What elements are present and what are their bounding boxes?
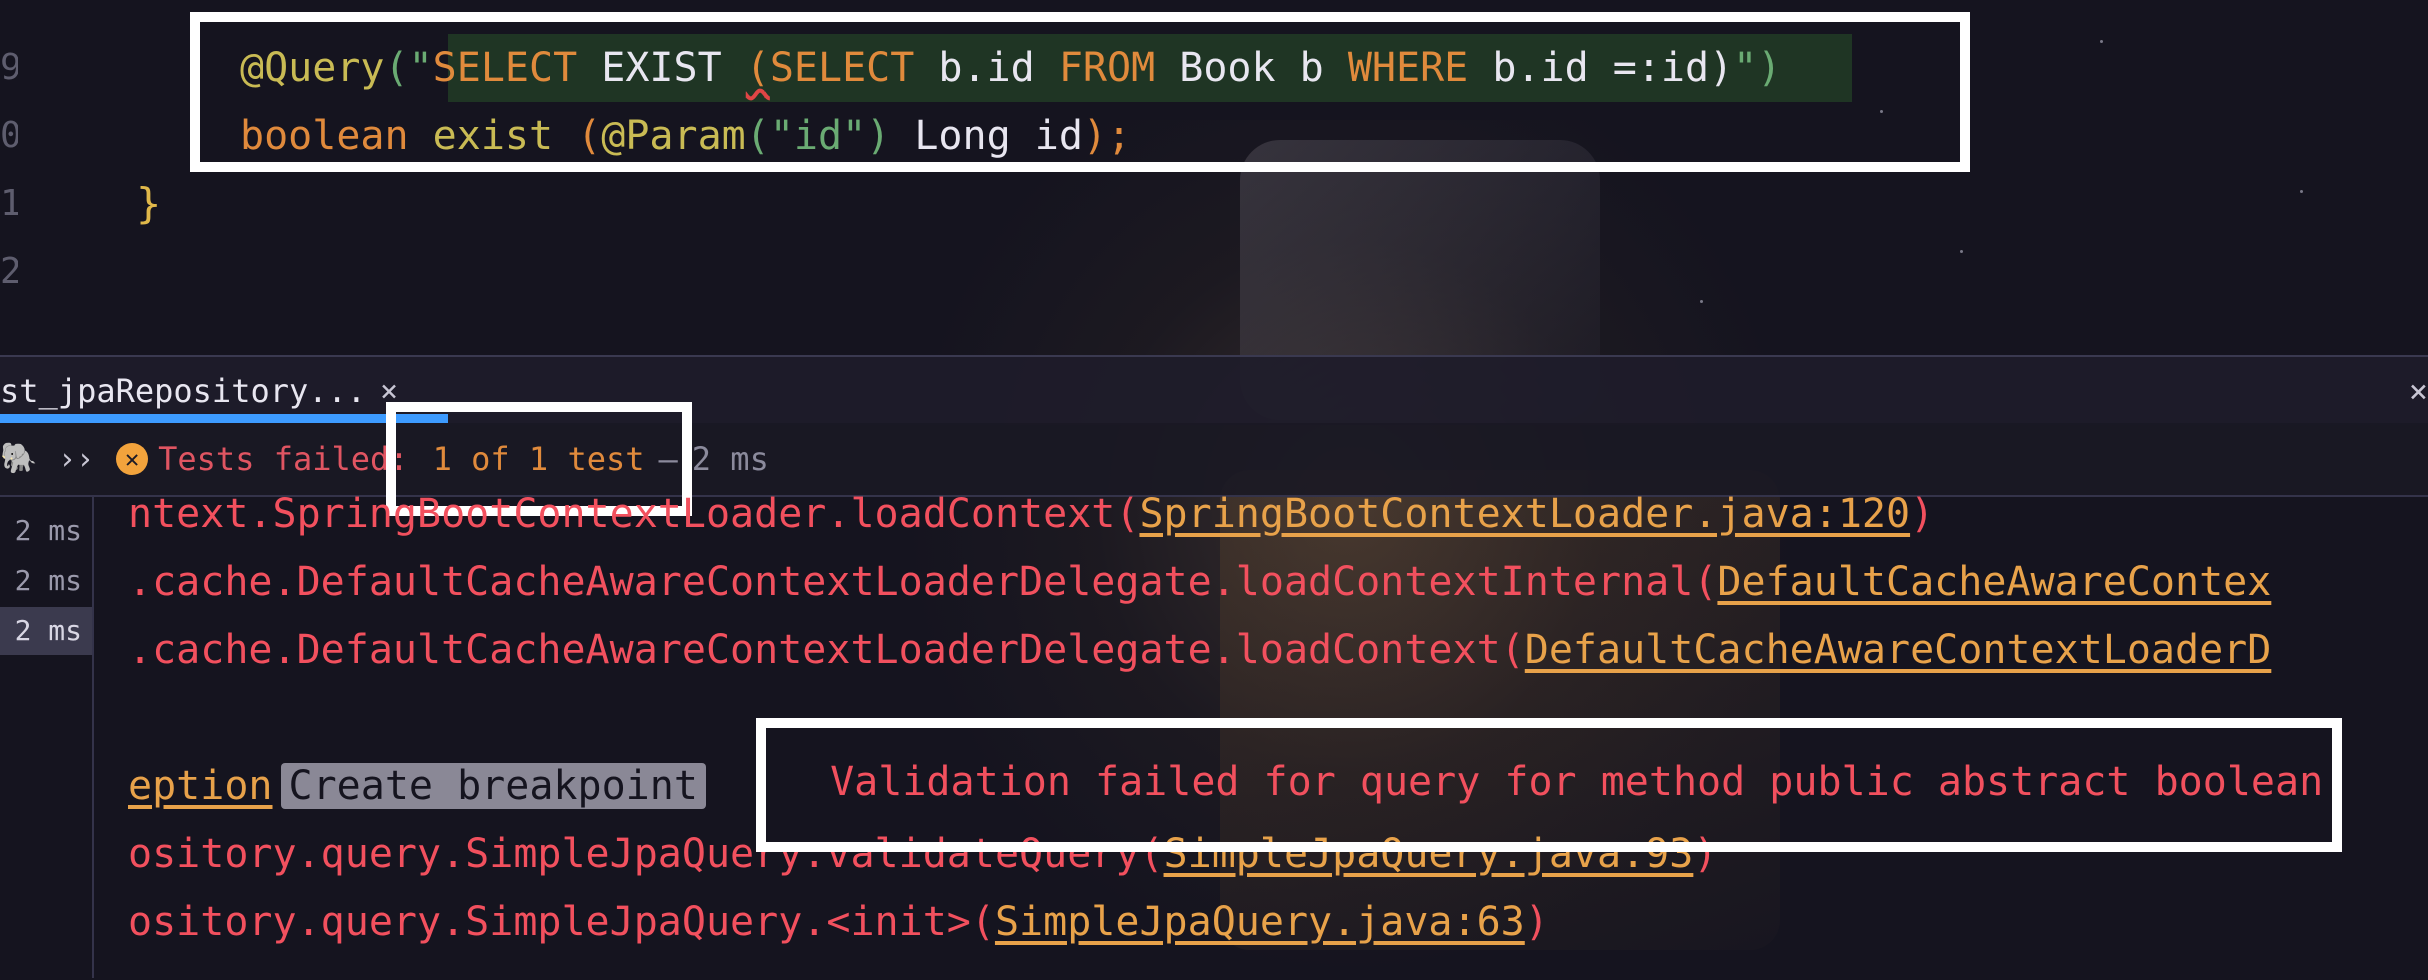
line-number: 9 xyxy=(0,47,18,88)
status-text: Tests failed: xyxy=(158,440,409,478)
highlight-box-query xyxy=(190,12,1970,172)
line-number: 0 xyxy=(0,115,18,156)
tab-label: st_jpaRepository... xyxy=(0,372,367,410)
line-number: 1 xyxy=(0,183,18,224)
stack-link[interactable]: SpringBootContextLoader.java:120 xyxy=(1139,491,1910,537)
panel-close-icon[interactable]: × xyxy=(2409,357,2428,425)
console-line: ository.query.SimpleJpaQuery.<init>(Simp… xyxy=(128,899,1549,945)
tree-item[interactable]: 2 ms xyxy=(0,557,92,605)
fail-icon: ✕ xyxy=(116,443,149,475)
status-time: 2 ms xyxy=(691,440,769,478)
console-line: .cache.DefaultCacheAwareContextLoaderDel… xyxy=(128,559,2272,605)
stack-link[interactable]: SimpleJpaQuery.java:63 xyxy=(995,899,1525,945)
stack-link[interactable]: DefaultCacheAwareContextLoaderD xyxy=(1525,627,2272,673)
chevron-more-icon[interactable]: ›› xyxy=(58,442,94,477)
stack-link[interactable]: DefaultCacheAwareContex xyxy=(1717,559,2271,605)
tree-item[interactable]: 2 ms xyxy=(0,507,92,555)
elephant-icon[interactable]: 🐘 xyxy=(0,441,37,477)
console-exception-line: eption Create breakpoint xyxy=(128,752,706,820)
console-line: .cache.DefaultCacheAwareContextLoaderDel… xyxy=(128,627,2272,673)
test-progress-bar xyxy=(0,414,448,423)
tree-item-selected[interactable]: 2 ms xyxy=(0,607,92,655)
exception-link[interactable]: eption xyxy=(128,763,273,809)
create-breakpoint-button[interactable]: Create breakpoint xyxy=(280,763,706,809)
console-line: ntext.SpringBootContextLoader.loadContex… xyxy=(128,491,1935,537)
highlight-box-error xyxy=(756,718,2342,852)
test-tree: 2 ms 2 ms 2 ms xyxy=(0,497,94,978)
line-number: 2 xyxy=(0,251,18,292)
closing-brace: } xyxy=(136,179,162,228)
